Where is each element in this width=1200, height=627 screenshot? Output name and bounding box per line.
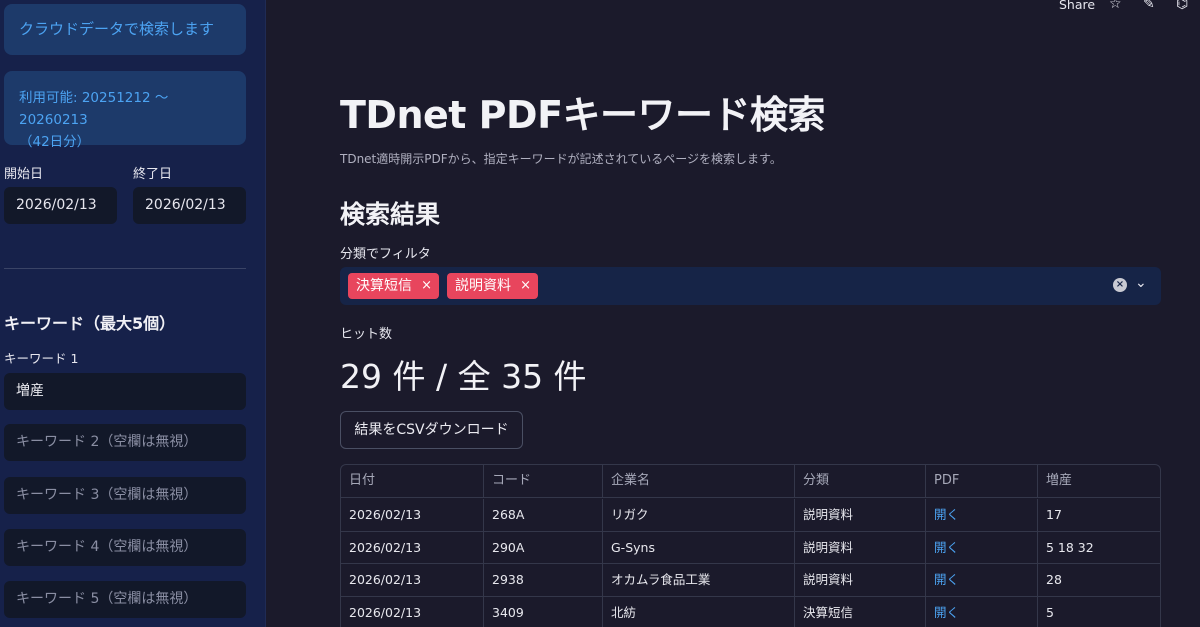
hits-label: ヒット数 — [340, 327, 393, 342]
header-code[interactable]: コード — [484, 465, 603, 497]
category-filter-select[interactable]: 決算短信 × 説明資料 × × ⌄ — [340, 267, 1161, 305]
sidebar-divider — [4, 268, 246, 269]
cell-pdf-link[interactable]: 開く — [926, 531, 1038, 563]
cell-code: 268A — [484, 499, 603, 531]
remove-chip-icon[interactable]: × — [421, 273, 432, 299]
cell-pdf-link[interactable]: 開く — [926, 564, 1038, 596]
cell-company: オカムラ食品工業 — [603, 564, 795, 596]
cell-date: 2026/02/13 — [341, 596, 484, 627]
github-icon[interactable]: ⌬ — [1176, 0, 1188, 12]
cell-date: 2026/02/13 — [341, 499, 484, 531]
start-date-input[interactable]: 2026/02/13 — [4, 187, 117, 224]
cell-pages: 5 — [1046, 604, 1054, 620]
cell-pages: 17 — [1046, 507, 1062, 522]
sidebar: クラウドデータで検索します 利用可能: 20251212 〜 20260213 … — [0, 0, 266, 627]
cell-category: 説明資料 — [795, 499, 926, 531]
keyword2-input[interactable]: キーワード 2（空欄は無視） — [4, 424, 246, 461]
keyword5-input[interactable]: キーワード 5（空欄は無視） — [4, 581, 246, 618]
results-heading: 検索結果 — [340, 200, 441, 229]
clear-icon[interactable]: × — [1113, 278, 1127, 292]
page-title: TDnet PDFキーワード検索 — [340, 93, 826, 137]
keyword4-input[interactable]: キーワード 4（空欄は無視） — [4, 529, 246, 566]
cell-company: G-Syns — [603, 531, 795, 563]
cell-category: 説明資料 — [795, 531, 926, 563]
cell-pdf-link[interactable]: 開く — [926, 499, 1038, 531]
cell-pdf-link[interactable]: 開く — [926, 596, 1038, 627]
table-row: 2026/02/13 290A G-Syns 説明資料 開く 5 18 32 — [341, 531, 1160, 564]
chip-label: 説明資料 — [455, 278, 511, 294]
keyword1-label: キーワード 1 — [4, 351, 79, 366]
availability-days: （42日分） — [19, 134, 91, 150]
keyword3-input[interactable]: キーワード 3（空欄は無視） — [4, 477, 246, 514]
header-keyword[interactable]: 増産 — [1038, 465, 1160, 497]
cell-date: 2026/02/13 — [341, 564, 484, 596]
results-table: 日付 コード 企業名 分類 PDF 増産 2026/02/13 268A リガク… — [340, 464, 1161, 627]
header-date[interactable]: 日付 — [341, 465, 484, 497]
page-subtitle: TDnet適時開示PDFから、指定キーワードが記述されているページを検索します。 — [340, 152, 782, 166]
share-button[interactable]: Share — [1059, 0, 1095, 12]
cloud-search-button[interactable]: クラウドデータで検索します — [4, 4, 246, 55]
availability-info: 利用可能: 20251212 〜 20260213 （42日分） — [4, 71, 246, 150]
end-date-input[interactable]: 2026/02/13 — [133, 187, 246, 224]
filter-chip-kessan[interactable]: 決算短信 × — [348, 273, 439, 299]
chevron-down-icon[interactable]: ⌄ — [1135, 275, 1147, 291]
cell-category: 決算短信 — [795, 596, 926, 627]
header-pdf[interactable]: PDF — [926, 465, 1038, 497]
csv-download-button[interactable]: 結果をCSVダウンロード — [340, 411, 523, 449]
start-date-label: 開始日 — [4, 167, 44, 182]
cell-code: 2938 — [484, 564, 603, 596]
hits-value: 29 件 / 全 35 件 — [340, 357, 587, 396]
table-row: 2026/02/13 268A リガク 説明資料 開く 17 — [341, 499, 1160, 532]
keywords-heading: キーワード（最大5個） — [4, 314, 176, 333]
cell-company: リガク — [603, 499, 795, 531]
cell-company: 北紡 — [603, 596, 795, 627]
star-icon[interactable]: ☆ — [1109, 0, 1122, 12]
end-date-label: 終了日 — [133, 167, 173, 182]
filter-chip-setsumei[interactable]: 説明資料 × — [447, 273, 538, 299]
cell-pages: 5 18 32 — [1046, 539, 1094, 555]
cell-category: 説明資料 — [795, 564, 926, 596]
chip-label: 決算短信 — [356, 278, 412, 294]
filter-label: 分類でフィルタ — [340, 247, 431, 262]
cell-code: 3409 — [484, 596, 603, 627]
cell-date: 2026/02/13 — [341, 531, 484, 563]
table-row: 2026/02/13 3409 北紡 決算短信 開く 5 — [341, 596, 1160, 627]
keyword1-input[interactable]: 増産 — [4, 373, 246, 410]
cell-code: 290A — [484, 531, 603, 563]
header-company[interactable]: 企業名 — [603, 465, 795, 497]
remove-chip-icon[interactable]: × — [520, 273, 531, 299]
cell-pages: 28 — [1046, 572, 1062, 587]
header-category[interactable]: 分類 — [795, 465, 926, 497]
edit-icon[interactable]: ✎ — [1143, 0, 1155, 12]
table-row: 2026/02/13 2938 オカムラ食品工業 説明資料 開く 28 — [341, 564, 1160, 597]
table-header-row: 日付 コード 企業名 分類 PDF 増産 — [341, 465, 1160, 498]
availability-range: 利用可能: 20251212 〜 20260213 — [19, 90, 169, 128]
